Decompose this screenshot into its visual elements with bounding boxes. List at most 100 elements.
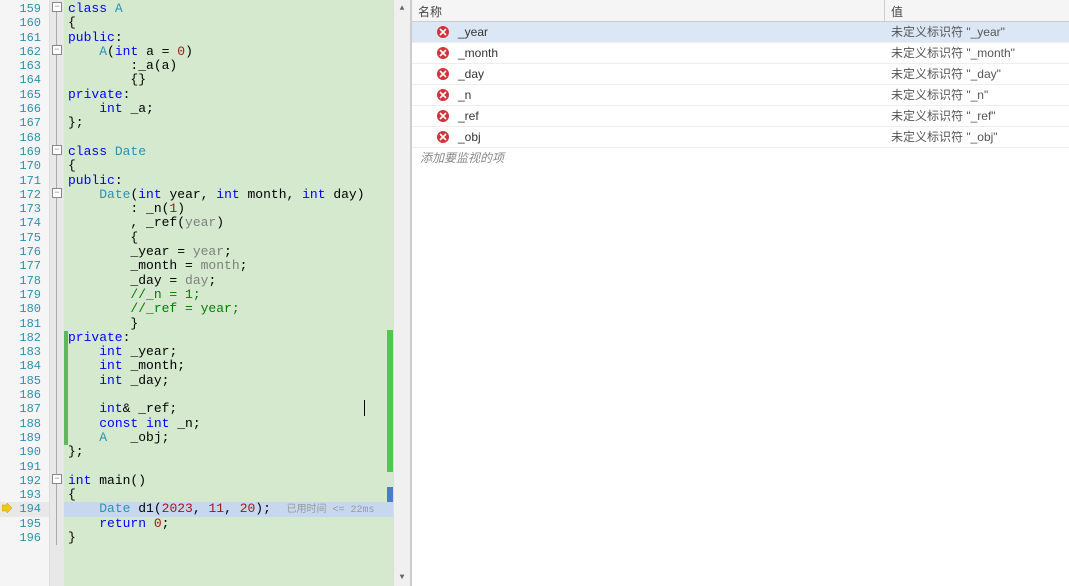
watch-row-name[interactable]: _year [412,22,885,42]
line-number[interactable]: 172 [0,188,49,202]
add-watch-item[interactable]: 添加要监视的项 [412,148,1069,169]
line-number[interactable]: 176 [0,245,49,259]
code-line[interactable]: private: [64,331,393,345]
line-number[interactable]: 190 [0,445,49,459]
editor-scrollbar[interactable]: ▲ ▼ [393,0,410,586]
line-number[interactable]: 181 [0,317,49,331]
line-number[interactable]: 186 [0,388,49,402]
watch-row-value[interactable]: 未定义标识符 "_n" [885,85,1069,105]
line-number[interactable]: 178 [0,274,49,288]
watch-row-value[interactable]: 未定义标识符 "_obj" [885,127,1069,147]
line-number[interactable]: 160 [0,16,49,30]
fold-toggle-icon[interactable]: − [52,2,62,12]
code-line[interactable]: return 0; [64,517,393,531]
watch-row[interactable]: _day未定义标识符 "_day" [412,64,1069,85]
watch-row-name[interactable]: _day [412,64,885,84]
code-line[interactable]: Date d1(2023, 11, 20); 已用时间 <= 22ms [64,502,393,516]
code-line[interactable]: class Date [64,145,393,159]
fold-toggle-icon[interactable]: − [52,45,62,55]
code-line[interactable]: A _obj; [64,431,393,445]
line-number[interactable]: 183 [0,345,49,359]
line-number[interactable]: 162 [0,45,49,59]
line-number[interactable]: 177 [0,259,49,273]
watch-row-value[interactable]: 未定义标识符 "_day" [885,64,1069,84]
code-line[interactable]: _year = year; [64,245,393,259]
line-number[interactable]: 161 [0,31,49,45]
code-body[interactable]: class A{public: A(int a = 0) :_a(a) {}pr… [64,0,393,586]
fold-toggle-icon[interactable]: − [52,474,62,484]
watch-row-name[interactable]: _ref [412,106,885,126]
line-number[interactable]: 191 [0,460,49,474]
line-number[interactable]: 193 [0,488,49,502]
code-line[interactable] [64,131,393,145]
code-line[interactable]: A(int a = 0) [64,45,393,59]
code-line[interactable]: private: [64,88,393,102]
code-line[interactable]: { [64,231,393,245]
code-line[interactable]: } [64,531,393,545]
code-line[interactable]: { [64,159,393,173]
code-line[interactable]: { [64,488,393,502]
scroll-up-arrow[interactable]: ▲ [394,0,410,17]
code-line[interactable]: }; [64,116,393,130]
code-line[interactable]: class A [64,2,393,16]
code-line[interactable]: Date(int year, int month, int day) [64,188,393,202]
line-number[interactable]: 169 [0,145,49,159]
code-line[interactable]: { [64,16,393,30]
line-number[interactable]: 164 [0,73,49,87]
line-number[interactable]: 195 [0,517,49,531]
line-number[interactable]: 175 [0,231,49,245]
code-line[interactable]: int& _ref; [64,402,393,416]
line-number[interactable]: 189 [0,431,49,445]
watch-row[interactable]: _obj未定义标识符 "_obj" [412,127,1069,148]
watch-header-value[interactable]: 值 [885,0,1069,21]
watch-row-value[interactable]: 未定义标识符 "_ref" [885,106,1069,126]
watch-header-name[interactable]: 名称 [412,0,885,21]
watch-row[interactable]: _month未定义标识符 "_month" [412,43,1069,64]
line-number[interactable]: 184 [0,359,49,373]
line-number[interactable]: 194 [0,502,49,516]
watch-row[interactable]: _ref未定义标识符 "_ref" [412,106,1069,127]
code-line[interactable]: } [64,317,393,331]
line-number[interactable]: 163 [0,59,49,73]
line-number[interactable]: 182 [0,331,49,345]
line-number[interactable]: 188 [0,417,49,431]
watch-row-name[interactable]: _obj [412,127,885,147]
code-line[interactable]: _day = day; [64,274,393,288]
line-number[interactable]: 185 [0,374,49,388]
line-number[interactable]: 179 [0,288,49,302]
code-line[interactable]: int main() [64,474,393,488]
line-number[interactable]: 170 [0,159,49,173]
code-line[interactable]: , _ref(year) [64,216,393,230]
code-line[interactable]: :_a(a) [64,59,393,73]
code-line[interactable]: : _n(1) [64,202,393,216]
line-number[interactable]: 187 [0,402,49,416]
fold-toggle-icon[interactable]: − [52,188,62,198]
code-line[interactable]: public: [64,31,393,45]
line-number[interactable]: 166 [0,102,49,116]
line-number[interactable]: 173 [0,202,49,216]
watch-row-name[interactable]: _month [412,43,885,63]
code-line[interactable] [64,460,393,474]
code-line[interactable]: }; [64,445,393,459]
watch-row-value[interactable]: 未定义标识符 "_year" [885,22,1069,42]
line-number[interactable]: 196 [0,531,49,545]
line-number[interactable]: 168 [0,131,49,145]
line-number[interactable]: 174 [0,216,49,230]
fold-column[interactable]: −−−−− [50,0,64,586]
code-line[interactable]: const int _n; [64,417,393,431]
watch-row[interactable]: _n未定义标识符 "_n" [412,85,1069,106]
watch-row[interactable]: _year未定义标识符 "_year" [412,22,1069,43]
code-line[interactable] [64,388,393,402]
line-number[interactable]: 192 [0,474,49,488]
code-line[interactable]: {} [64,73,393,87]
code-line[interactable]: //_ref = year; [64,302,393,316]
scroll-down-arrow[interactable]: ▼ [394,569,410,586]
code-line[interactable]: int _month; [64,359,393,373]
watch-row-value[interactable]: 未定义标识符 "_month" [885,43,1069,63]
code-line[interactable]: //_n = 1; [64,288,393,302]
code-line[interactable]: int _a; [64,102,393,116]
watch-row-name[interactable]: _n [412,85,885,105]
code-line[interactable]: _month = month; [64,259,393,273]
line-number[interactable]: 167 [0,116,49,130]
line-number[interactable]: 180 [0,302,49,316]
